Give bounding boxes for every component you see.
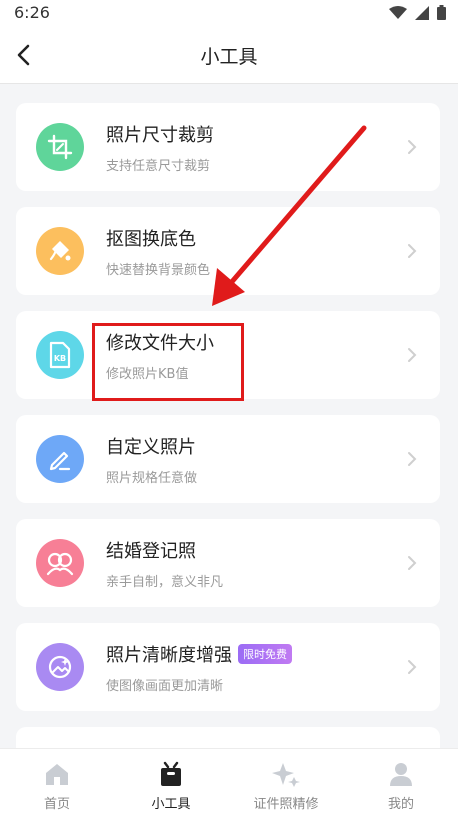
tool-subtitle: 使图像画面更加清晰 (106, 679, 224, 694)
chevron-right-icon (408, 556, 417, 570)
tool-card-custom-photo[interactable]: 自定义照片 照片规格任意做 (16, 415, 440, 503)
tab-label: 证件照精修 (253, 797, 319, 812)
enhance-icon (36, 643, 84, 691)
free-badge: 限时免费 (238, 644, 292, 664)
chevron-right-icon (408, 140, 417, 154)
tool-title-text: 照片清晰度增强 (106, 645, 232, 666)
tool-title: 照片尺寸裁剪 (106, 125, 214, 146)
chevron-right-icon (408, 348, 417, 362)
tab-label: 我的 (387, 797, 414, 812)
bottom-tab-bar: 首页 小工具 证件照精修 我的 (0, 748, 458, 820)
tab-tools[interactable]: 小工具 (114, 749, 228, 820)
chevron-right-icon (408, 452, 417, 466)
chevron-right-icon (408, 660, 417, 674)
profile-icon (386, 759, 416, 789)
tool-title: 修改文件大小 (106, 333, 214, 354)
status-icons (389, 5, 446, 24)
tool-card-marriage-photo[interactable]: 结婚登记照 亲手自制，意义非凡 (16, 519, 440, 607)
pencil-icon (36, 435, 84, 483)
tab-photo-retouch[interactable]: 证件照精修 (229, 749, 343, 820)
chevron-right-icon (408, 244, 417, 258)
tool-card-file-size[interactable]: KB 修改文件大小 修改照片KB值 (16, 311, 440, 399)
status-time: 6:26 (14, 3, 50, 22)
tool-title: 抠图换底色 (106, 229, 196, 250)
tool-subtitle: 照片规格任意做 (106, 471, 198, 486)
toolbox-icon (156, 759, 186, 789)
page-title: 小工具 (200, 46, 258, 68)
tool-subtitle: 快速替换背景颜色 (106, 263, 211, 278)
signal-icon (415, 5, 429, 24)
tool-card-background[interactable]: 抠图换底色 快速替换背景颜色 (16, 207, 440, 295)
tool-subtitle: 亲手自制，意义非凡 (106, 575, 224, 590)
tab-mine[interactable]: 我的 (344, 749, 458, 820)
tab-label: 小工具 (151, 797, 191, 812)
tool-title: 结婚登记照 (106, 541, 196, 562)
sparkle-icon (271, 759, 301, 789)
tab-label: 首页 (43, 797, 70, 812)
battery-icon (437, 5, 446, 24)
tool-subtitle: 支持任意尺寸裁剪 (106, 159, 211, 174)
tool-subtitle: 修改照片KB值 (106, 367, 189, 382)
wifi-icon (389, 5, 407, 24)
tool-card-crop[interactable]: 照片尺寸裁剪 支持任意尺寸裁剪 (16, 103, 440, 191)
home-icon (42, 759, 72, 789)
kb-file-icon: KB (36, 331, 84, 379)
tool-card-enhance[interactable]: 照片清晰度增强 限时免费 使图像画面更加清晰 (16, 623, 440, 711)
tool-title: 自定义照片 (106, 437, 196, 458)
status-bar: 6:26 (0, 0, 458, 26)
tab-home[interactable]: 首页 (0, 749, 114, 820)
tool-title: 照片清晰度增强 限时免费 (106, 641, 292, 667)
navigation-bar: 小工具 (0, 26, 458, 84)
crop-icon (36, 123, 84, 171)
couple-icon (36, 539, 84, 587)
svg-text:KB: KB (54, 354, 66, 363)
paint-bucket-icon (36, 227, 84, 275)
